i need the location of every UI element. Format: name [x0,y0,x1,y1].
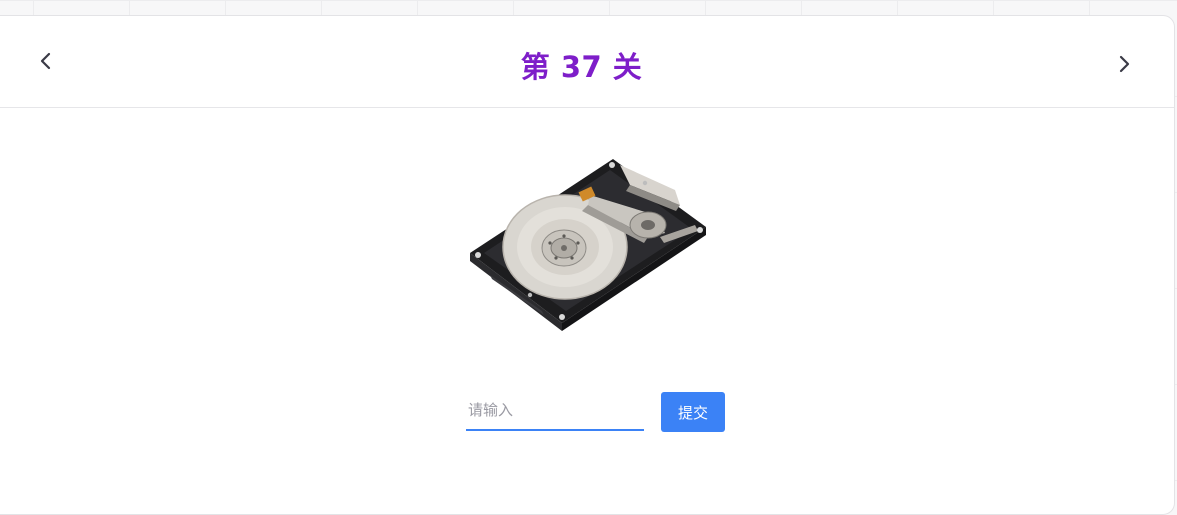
card-header: 第 37 关 [0,16,1174,108]
chevron-right-icon [1119,55,1130,73]
hard-disk-drive-icon [470,159,706,331]
submit-button[interactable]: 提交 [661,392,725,432]
answer-input[interactable] [466,391,644,431]
next-level-button[interactable] [1109,49,1139,79]
puzzle-image-hard-disk [470,145,720,335]
level-title: 第 37 关 [520,50,643,84]
